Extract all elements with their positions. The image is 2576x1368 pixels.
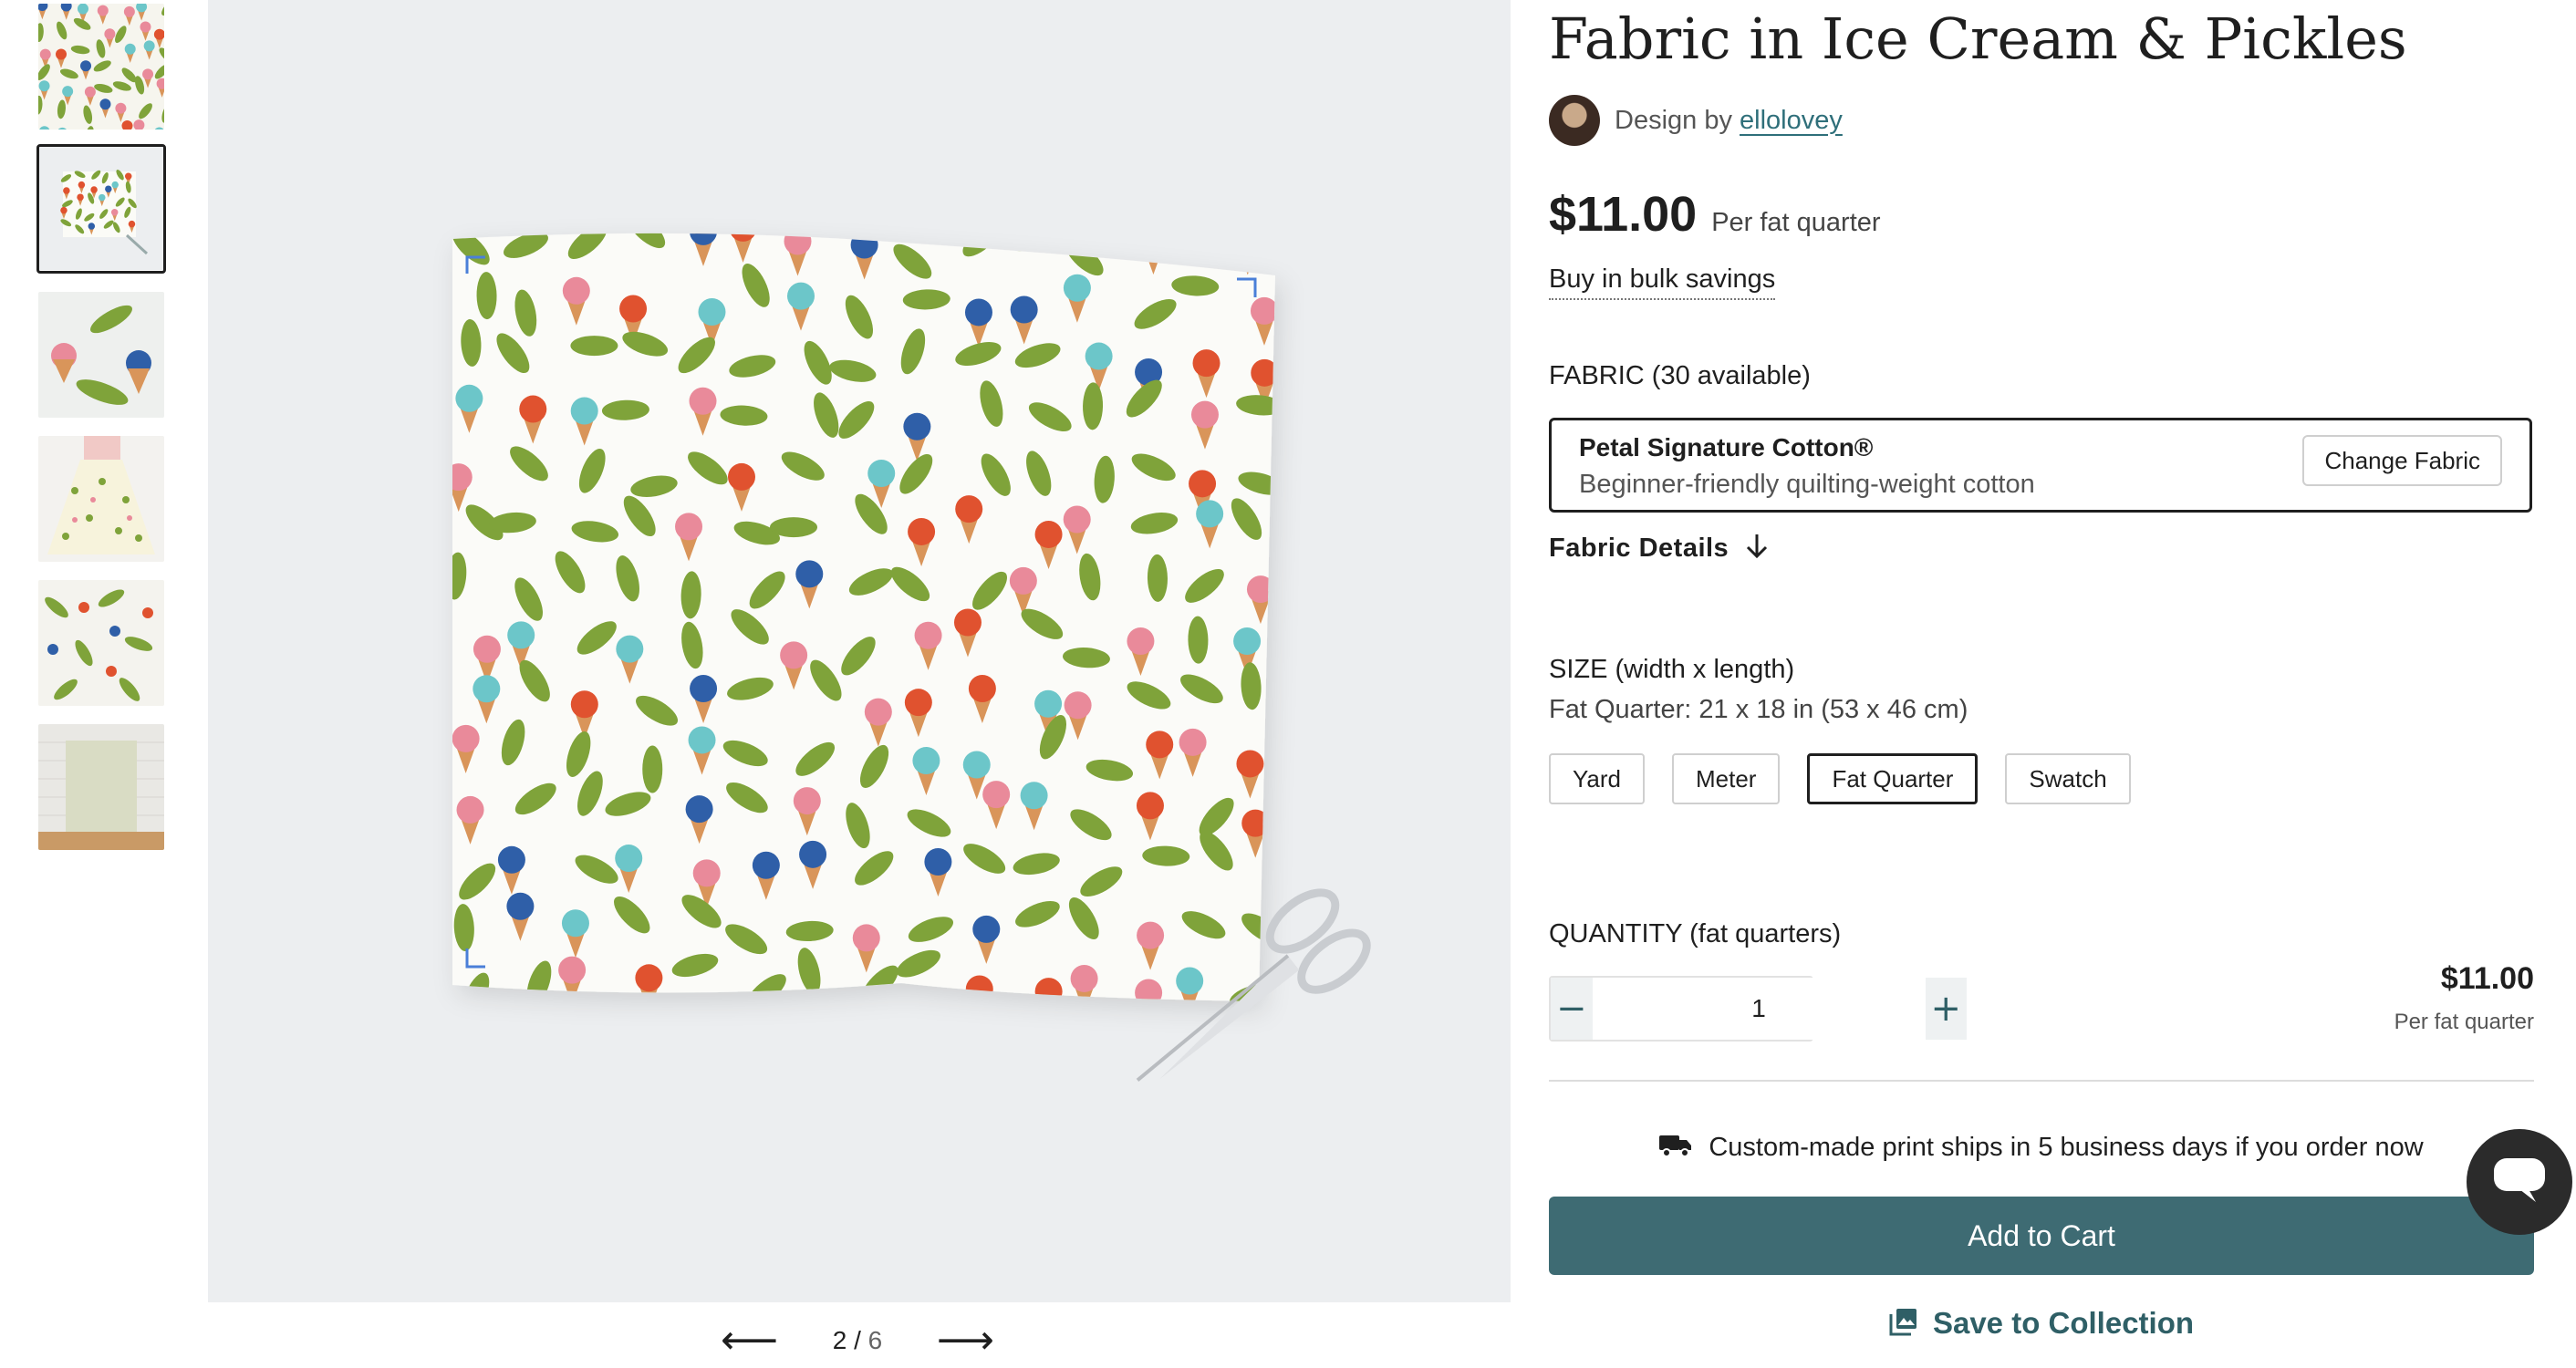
thumbnail-4[interactable] (36, 434, 166, 564)
current-page: 2 (832, 1326, 847, 1354)
add-to-cart-button[interactable]: Add to Cart (1549, 1197, 2534, 1275)
quantity-stepper: − + (1549, 976, 1968, 1042)
shipping-notice: Custom-made print ships in 5 business da… (1549, 1133, 2534, 1163)
divider (1549, 1080, 2534, 1082)
thumbnail-5[interactable] (36, 578, 166, 708)
fabric-pattern-thumbnail (38, 4, 164, 130)
chat-button[interactable] (2467, 1129, 2572, 1235)
design-by-label: Design by ellolovey (1615, 105, 1843, 135)
fabric-name: Petal Signature Cotton® (1579, 433, 1874, 461)
truck-icon (1659, 1134, 1692, 1162)
fabric-details-label: Fabric Details (1549, 534, 1729, 563)
line-total: $11.00 Per fat quarter (2394, 961, 2534, 1035)
size-option-meter[interactable]: Meter (1672, 753, 1781, 804)
fabric-description: Beginner-friendly quilting-weight cotton (1579, 470, 2035, 499)
arrow-right-icon[interactable]: ⟶ (937, 1321, 994, 1361)
fabric-selector: Petal Signature Cotton® Beginner-friendl… (1549, 418, 2532, 513)
fabric-section-label: FABRIC (30 available) (1549, 361, 1811, 390)
gallery-pager: ⟵ 2 / 6 ⟶ (721, 1313, 994, 1368)
total-pages: 6 (867, 1326, 883, 1354)
thumbnail-6[interactable] (36, 722, 166, 852)
fabric-swatch-thumbnail (39, 147, 163, 271)
line-total-price: $11.00 (2440, 961, 2534, 996)
save-to-collection-button[interactable]: Save to Collection (1549, 1306, 2534, 1341)
collection-icon (1889, 1307, 1918, 1341)
change-fabric-button[interactable]: Change Fabric (2302, 435, 2502, 486)
designer-avatar[interactable] (1549, 95, 1600, 146)
size-option-swatch[interactable]: Swatch (2005, 753, 2131, 804)
increase-quantity-button[interactable]: + (1925, 978, 1968, 1040)
product-image[interactable]: 93 (208, 0, 1511, 1302)
arrow-left-icon[interactable]: ⟵ (721, 1321, 778, 1361)
thumbnail-2[interactable] (36, 144, 166, 274)
size-option-yard[interactable]: Yard (1549, 753, 1645, 804)
skirt-thumbnail (38, 436, 164, 562)
fabric-closeup-thumbnail (38, 292, 164, 418)
size-current: Fat Quarter: 21 x 18 in (53 x 46 cm) (1549, 695, 1968, 724)
arrow-down-icon (1745, 533, 1769, 565)
designer-link[interactable]: ellolovey (1740, 106, 1843, 135)
price-row: $11.00 Per fat quarter (1549, 186, 1881, 243)
designer-line: Design by ellolovey (1549, 95, 1843, 146)
size-section-label: SIZE (width x length) (1549, 655, 1795, 684)
page-indicator: 2 / 6 (833, 1326, 883, 1355)
bulk-savings-link[interactable]: Buy in bulk savings (1549, 264, 1776, 300)
quantity-input[interactable] (1592, 978, 1926, 1040)
size-options: Yard Meter Fat Quarter Swatch (1549, 753, 2131, 804)
page-separator: / (854, 1326, 861, 1354)
fabric-details-toggle[interactable]: Fabric Details (1549, 533, 1769, 565)
product-price: $11.00 (1549, 187, 1698, 242)
price-unit: Per fat quarter (1711, 208, 1881, 237)
thumbnail-3[interactable] (36, 290, 166, 420)
shipping-text: Custom-made print ships in 5 business da… (1709, 1133, 2424, 1162)
blanket-thumbnail (38, 724, 164, 850)
size-option-fat-quarter[interactable]: Fat Quarter (1807, 753, 1979, 804)
fabric-photo (452, 233, 1371, 1082)
product-title: Fabric in Ice Cream & Pickles (1549, 5, 2407, 72)
line-total-unit: Per fat quarter (2394, 1010, 2534, 1034)
pattern-large-thumbnail (38, 580, 164, 706)
save-to-collection-label: Save to Collection (1932, 1306, 2195, 1340)
quantity-section-label: QUANTITY (fat quarters) (1549, 919, 1842, 948)
decrease-quantity-button[interactable]: − (1551, 978, 1593, 1040)
thumbnail-1[interactable] (36, 2, 166, 131)
chat-icon (2492, 1156, 2547, 1208)
